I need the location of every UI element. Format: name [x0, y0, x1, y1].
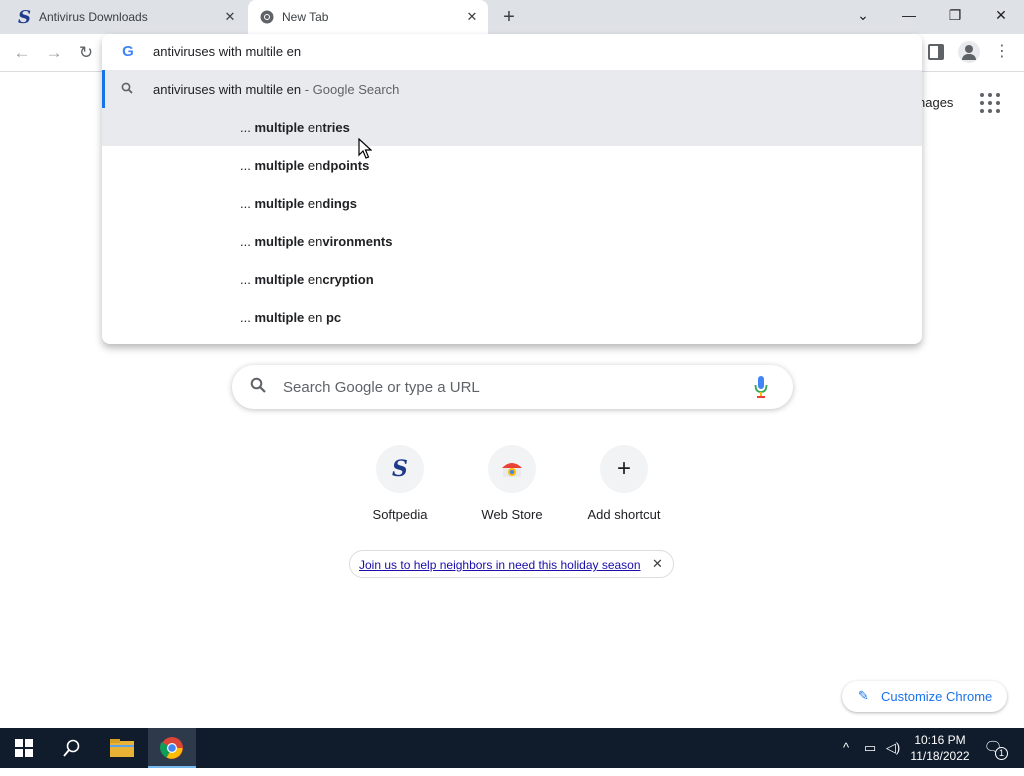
close-icon[interactable]: ✕	[652, 556, 663, 572]
network-icon[interactable]: ▭	[858, 728, 882, 768]
promo-link[interactable]: Join us to help neighbors in need this h…	[359, 558, 641, 572]
suggestion-query: antiviruses with multile en	[153, 82, 302, 97]
chrome-icon	[260, 10, 274, 24]
search-icon	[250, 377, 266, 398]
suggestion-item[interactable]: ... multiple environments	[102, 222, 922, 260]
suggestion-completion: dings	[322, 196, 358, 211]
clock-time: 10:16 PM	[914, 733, 966, 747]
suggestion-mid: en	[304, 234, 323, 249]
shortcut-web-store[interactable]: Web Store	[456, 443, 568, 533]
suggestion-mid: en	[304, 120, 323, 135]
shortcut-label: Add shortcut	[587, 507, 661, 522]
suggestion-prefix: ...	[240, 272, 255, 287]
chevron-up-icon[interactable]: ^	[836, 728, 856, 768]
menu-kebab-icon[interactable]: ⋮	[994, 40, 1010, 64]
file-explorer-icon[interactable]	[98, 728, 146, 768]
back-arrow-icon[interactable]: ←	[9, 40, 35, 66]
reload-icon[interactable]: ↻	[73, 40, 99, 66]
close-window-button[interactable]: ✕	[978, 0, 1024, 30]
suggestion-bold: multiple	[254, 158, 305, 173]
windows-start-icon[interactable]	[0, 728, 48, 768]
suggestion-bold: multiple	[254, 310, 305, 325]
images-link[interactable]: nages	[918, 95, 953, 110]
suggestion-prefix: ...	[240, 196, 255, 211]
search-icon	[121, 82, 133, 97]
ntp-search-box[interactable]: Search Google or type a URL	[232, 365, 793, 409]
suggestion-prefix: ...	[240, 310, 255, 325]
suggestion-mid: en	[304, 158, 323, 173]
omnibox-input[interactable]: antiviruses with multile en	[153, 44, 301, 59]
pencil-icon: ✎	[858, 688, 869, 703]
suggestion-prefix: ...	[240, 158, 255, 173]
suggestion-bold: multiple	[254, 120, 305, 135]
suggestion-google-search[interactable]: antiviruses with multile en - Google Sea…	[102, 70, 922, 108]
maximize-button[interactable]: ❐	[932, 0, 978, 30]
clock-date: 11/18/2022	[910, 749, 970, 763]
customize-label: Customize Chrome	[881, 689, 993, 704]
notification-icon[interactable]: 🗨 1	[980, 728, 1008, 768]
search-placeholder: Search Google or type a URL	[283, 379, 480, 396]
tab-antivirus-downloads[interactable]: S Antivirus Downloads ✕	[8, 0, 246, 34]
tab-title: Antivirus Downloads	[39, 10, 148, 24]
mouse-cursor-icon	[358, 138, 372, 159]
shortcut-softpedia[interactable]: S Softpedia	[344, 443, 456, 533]
suggestion-mid: en	[304, 310, 326, 325]
close-tab-icon[interactable]: ✕	[464, 9, 480, 25]
suggestion-completion: vironments	[322, 234, 393, 249]
suggestion-item[interactable]: ... multiple encryption	[102, 260, 922, 298]
promo-banner: Join us to help neighbors in need this h…	[349, 550, 674, 578]
tab-strip: S Antivirus Downloads ✕ New Tab ✕ + ⌄ — …	[0, 0, 1024, 34]
search-icon[interactable]	[48, 728, 96, 768]
microphone-icon[interactable]	[754, 376, 768, 398]
suggestion-completion: pc	[325, 310, 342, 325]
minimize-button[interactable]: —	[886, 0, 932, 30]
clock[interactable]: 10:16 PM 11/18/2022	[905, 732, 975, 764]
softpedia-icon: S	[18, 6, 31, 28]
profile-avatar-icon[interactable]	[958, 41, 980, 63]
windows-taskbar: ^ ▭ ◁) 10:16 PM 11/18/2022 🗨 1	[0, 728, 1024, 768]
suggestion-prefix: ...	[240, 234, 255, 249]
plus-icon: +	[600, 445, 648, 493]
suggestion-item[interactable]: ... multiple en pc	[102, 298, 922, 336]
new-tab-button[interactable]: +	[498, 6, 520, 28]
chrome-taskbar-icon[interactable]	[148, 728, 196, 768]
close-tab-icon[interactable]: ✕	[222, 9, 238, 25]
shortcut-label: Web Store	[481, 507, 543, 522]
shortcut-add[interactable]: + Add shortcut	[568, 443, 680, 533]
suggestion-item[interactable]: ... multiple endings	[102, 184, 922, 222]
volume-icon[interactable]: ◁)	[882, 728, 904, 768]
tab-search-icon[interactable]: ⌄	[840, 0, 886, 30]
omnibox-dropdown: G antiviruses with multile en antiviruse…	[102, 34, 922, 344]
suggestion-item[interactable]: ... multiple endpoints	[102, 146, 922, 184]
tab-new-tab[interactable]: New Tab ✕	[248, 0, 488, 34]
suggestion-bold: multiple	[254, 196, 305, 211]
suggestion-completion: cryption	[322, 272, 374, 287]
suggestion-completion: tries	[322, 120, 350, 135]
shortcut-label: Softpedia	[372, 507, 428, 522]
suggestion-suffix: - Google Search	[301, 82, 400, 97]
suggestion-mid: en	[304, 196, 323, 211]
notification-count: 1	[995, 747, 1008, 760]
suggestion-prefix: ...	[240, 120, 255, 135]
suggestion-mid: en	[304, 272, 323, 287]
webstore-icon	[488, 445, 536, 493]
forward-arrow-icon[interactable]: →	[41, 40, 67, 66]
suggestion-bold: multiple	[254, 234, 305, 249]
suggestion-item[interactable]: ... multiple entries	[102, 108, 922, 146]
omnibox-input-row[interactable]: G antiviruses with multile en	[102, 34, 922, 70]
suggestion-completion: dpoints	[322, 158, 370, 173]
tab-title: New Tab	[282, 10, 329, 24]
suggestion-bold: multiple	[254, 272, 305, 287]
softpedia-icon: S	[376, 445, 424, 493]
google-apps-icon[interactable]	[980, 93, 1000, 113]
customize-chrome-button[interactable]: ✎ Customize Chrome	[842, 681, 1007, 712]
google-g-icon: G	[122, 43, 134, 60]
side-panel-icon[interactable]	[928, 44, 944, 60]
